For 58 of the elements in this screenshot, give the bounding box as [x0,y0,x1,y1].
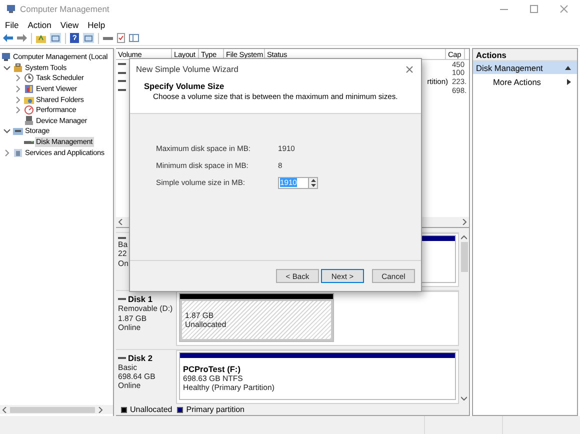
window-icon[interactable] [129,34,139,42]
scroll-right-icon[interactable] [462,219,467,225]
toolbox-icon [13,62,23,73]
gauge-icon [24,105,34,116]
disk-name: Disk 2 [128,352,152,363]
folder-icon[interactable] [36,34,46,42]
forward-arrow-icon[interactable] [17,34,27,42]
menu-item[interactable]: Action [28,20,52,30]
spin-buttons[interactable] [309,176,318,188]
scroll-right-icon[interactable] [98,406,103,412]
menu-item[interactable]: File [5,20,19,30]
legend-label: Primary partition [186,405,244,414]
chevron-right-icon[interactable] [3,148,11,157]
chevron-right-icon[interactable] [14,96,22,104]
submenu-arrow-icon[interactable] [567,78,571,84]
checklist-icon[interactable] [117,33,125,43]
scroll-up-icon[interactable] [461,235,467,240]
close-icon[interactable] [560,5,568,13]
chevron-right-icon[interactable] [14,106,22,114]
up-arrow-icon [310,178,316,182]
panel-icon[interactable] [83,33,94,43]
horizontal-scrollbar[interactable] [0,405,113,414]
menu-item[interactable]: Help [88,20,106,30]
scrollbar-thumb[interactable] [460,242,468,272]
scroll-left-icon[interactable] [2,406,7,412]
chevron-right-icon[interactable] [14,85,22,94]
chevron-down-icon[interactable] [3,64,11,72]
chevron-down-icon[interactable] [3,127,11,136]
services-icon [13,148,23,158]
close-icon[interactable] [406,66,413,72]
help-icon[interactable] [70,33,79,43]
maximize-icon[interactable] [530,5,538,13]
storage-icon [13,126,23,136]
computer-icon [1,52,11,62]
action-item[interactable]: More Actions [473,75,577,88]
menu-item[interactable]: View [60,20,79,30]
disk-name: Disk 1 [128,294,152,304]
scroll-down-icon[interactable] [461,396,467,401]
clock-icon [24,73,34,84]
dialog-heading: Specify Volume Size [144,81,226,92]
panel-title: Actions [473,49,577,61]
back-arrow-icon[interactable] [3,34,13,42]
down-arrow-icon [310,184,316,186]
dialog-title: New Simple Volume Wizard [136,64,238,74]
chart-icon [24,84,34,94]
panel-icon[interactable] [50,33,61,43]
partition-title: PCProTest (F:) [183,364,242,374]
actions-section[interactable]: Disk Management [473,61,577,74]
drive-icon[interactable] [103,35,113,41]
device-icon [24,116,34,126]
computer-icon [6,4,16,14]
scroll-left-icon[interactable] [118,219,123,225]
drive-icon [118,236,126,240]
legend-label: Unallocated [130,405,172,414]
chevron-right-icon[interactable] [14,74,22,82]
collapse-arrow-icon[interactable] [565,66,571,70]
folder-icon [24,94,34,105]
window-title: Computer Management [20,4,110,14]
